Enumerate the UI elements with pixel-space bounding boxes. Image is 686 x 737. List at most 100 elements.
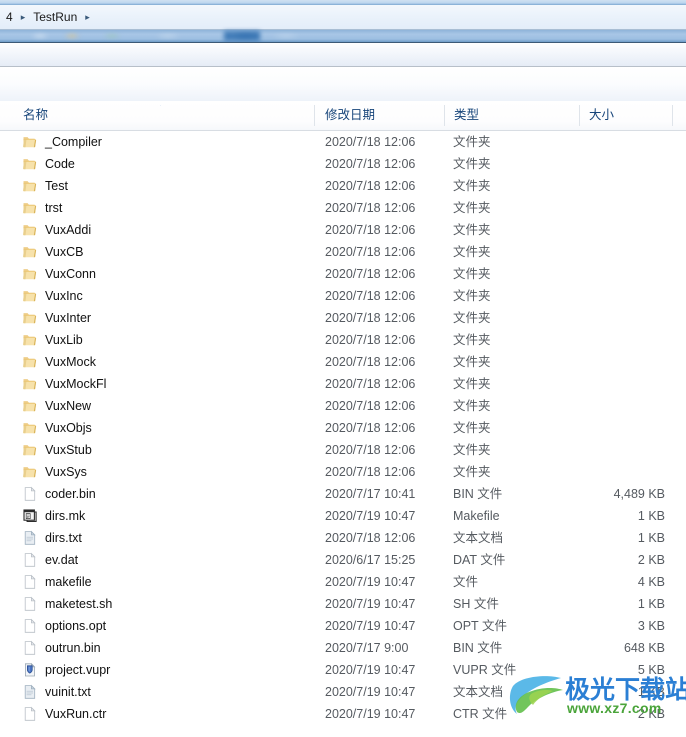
- file-type-cell: 文件夹: [453, 465, 491, 479]
- file-name-label: makefile: [45, 575, 92, 589]
- column-header-size[interactable]: 大小: [580, 101, 673, 130]
- file-name-label: VuxInter: [45, 311, 92, 325]
- file-size-cell: 2 KB: [637, 707, 665, 721]
- table-row[interactable]: coder.bin 2020/7/17 10:41 BIN 文件 4,489 KB: [0, 483, 686, 505]
- file-name-cell[interactable]: VuxMock: [22, 351, 96, 373]
- table-row[interactable]: VuxInc 2020/7/18 12:06 文件夹: [0, 285, 686, 307]
- file-name-cell[interactable]: outrun.bin: [22, 637, 101, 659]
- blank-file-icon: [22, 640, 38, 656]
- file-name-cell[interactable]: Test: [22, 175, 68, 197]
- column-divider-name[interactable]: [314, 105, 315, 126]
- table-row[interactable]: VuxAddi 2020/7/18 12:06 文件夹: [0, 219, 686, 241]
- file-name-cell[interactable]: VuxAddi: [22, 219, 91, 241]
- command-toolbar-blurred[interactable]: [0, 30, 686, 42]
- file-name-cell[interactable]: VuxLib: [22, 329, 83, 351]
- table-row[interactable]: _Compiler 2020/7/18 12:06 文件夹: [0, 131, 686, 153]
- file-name-cell[interactable]: dirs.txt: [22, 527, 82, 549]
- folder-icon: [22, 156, 38, 172]
- column-header-date-modified[interactable]: 修改日期: [316, 101, 445, 130]
- file-name-cell[interactable]: VuxConn: [22, 263, 96, 285]
- table-row[interactable]: trst 2020/7/18 12:06 文件夹: [0, 197, 686, 219]
- table-row[interactable]: VuxNew 2020/7/18 12:06 文件夹: [0, 395, 686, 417]
- table-row[interactable]: ev.dat 2020/6/17 15:25 DAT 文件 2 KB: [0, 549, 686, 571]
- file-size-cell: 5 KB: [637, 663, 665, 677]
- table-row[interactable]: project.vupr 2020/7/19 10:47 VUPR 文件 5 KB: [0, 659, 686, 681]
- text-document-icon: [22, 530, 38, 546]
- column-divider-size[interactable]: [672, 105, 673, 126]
- folder-icon: [22, 420, 38, 436]
- table-row[interactable]: maketest.sh 2020/7/19 10:47 SH 文件 1 KB: [0, 593, 686, 615]
- file-list[interactable]: _Compiler 2020/7/18 12:06 文件夹 Code 2020/7/18…: [0, 131, 686, 737]
- file-name-cell[interactable]: VuxInc: [22, 285, 83, 307]
- file-size-cell: 4,489 KB: [613, 487, 665, 501]
- file-name-cell[interactable]: VuxMockFl: [22, 373, 106, 395]
- file-name-label: VuxConn: [45, 267, 96, 281]
- table-row[interactable]: options.opt 2020/7/19 10:47 OPT 文件 3 KB: [0, 615, 686, 637]
- date-modified-cell: 2020/7/17 9:00: [325, 641, 409, 655]
- file-name-cell[interactable]: options.opt: [22, 615, 106, 637]
- file-name-cell[interactable]: VuxObjs: [22, 417, 92, 439]
- file-name-cell[interactable]: VuxStub: [22, 439, 92, 461]
- table-row[interactable]: VuxInter 2020/7/18 12:06 文件夹: [0, 307, 686, 329]
- file-name-cell[interactable]: VuxSys: [22, 461, 87, 483]
- file-type-cell: 文件夹: [453, 223, 491, 237]
- column-header-row[interactable]: 名称 修改日期 类型 大小: [0, 101, 686, 131]
- table-row[interactable]: dirs.mk 2020/7/19 10:47 Makefile 1 KB: [0, 505, 686, 527]
- date-modified-cell: 2020/7/19 10:47: [325, 575, 416, 589]
- content-top-gradient: [0, 67, 686, 101]
- breadcrumb-leading-fragment[interactable]: 4: [4, 9, 15, 25]
- file-type-cell: 文件夹: [453, 289, 491, 303]
- folder-icon: [22, 376, 38, 392]
- file-type-cell: 文件夹: [453, 443, 491, 457]
- table-row[interactable]: dirs.txt 2020/7/18 12:06 文本文档 1 KB: [0, 527, 686, 549]
- column-header-type[interactable]: 类型: [445, 101, 580, 130]
- table-row[interactable]: VuxLib 2020/7/18 12:06 文件夹: [0, 329, 686, 351]
- table-row[interactable]: VuxConn 2020/7/18 12:06 文件夹: [0, 263, 686, 285]
- column-header-name[interactable]: 名称: [14, 101, 325, 130]
- address-bar[interactable]: 4 ▸ TestRun ▸: [0, 5, 686, 30]
- file-name-cell[interactable]: trst: [22, 197, 62, 219]
- file-size-cell: [513, 175, 665, 197]
- table-row[interactable]: VuxRun.ctr 2020/7/19 10:47 CTR 文件 2 KB: [0, 703, 686, 725]
- table-row[interactable]: outrun.bin 2020/7/17 9:00 BIN 文件 648 KB: [0, 637, 686, 659]
- table-row[interactable]: Test 2020/7/18 12:06 文件夹: [0, 175, 686, 197]
- file-name-cell[interactable]: Code: [22, 153, 75, 175]
- file-name-cell[interactable]: maketest.sh: [22, 593, 112, 615]
- file-name-cell[interactable]: VuxNew: [22, 395, 91, 417]
- file-name-cell[interactable]: VuxCB: [22, 241, 83, 263]
- breadcrumb-trailing-separator-icon[interactable]: ▸: [79, 9, 96, 25]
- file-name-cell[interactable]: dirs.mk: [22, 505, 85, 527]
- table-row[interactable]: Code 2020/7/18 12:06 文件夹: [0, 153, 686, 175]
- file-name-cell[interactable]: coder.bin: [22, 483, 96, 505]
- table-row[interactable]: VuxMock 2020/7/18 12:06 文件夹: [0, 351, 686, 373]
- file-type-cell: 文件夹: [453, 157, 491, 171]
- table-row[interactable]: vuinit.txt 2020/7/19 10:47 文本文档 1 KB: [0, 681, 686, 703]
- table-row[interactable]: makefile 2020/7/19 10:47 文件 4 KB: [0, 571, 686, 593]
- date-modified-cell: 2020/7/18 12:06: [325, 135, 416, 149]
- file-name-cell[interactable]: VuxRun.ctr: [22, 703, 106, 725]
- date-modified-cell: 2020/7/19 10:47: [325, 663, 416, 677]
- file-type-cell: 文本文档: [453, 531, 504, 545]
- folder-icon: [22, 134, 38, 150]
- file-name-label: dirs.txt: [45, 531, 82, 545]
- table-row[interactable]: VuxObjs 2020/7/18 12:06 文件夹: [0, 417, 686, 439]
- table-row[interactable]: VuxMockFl 2020/7/18 12:06 文件夹: [0, 373, 686, 395]
- file-type-cell: 文件夹: [453, 135, 491, 149]
- file-name-cell[interactable]: project.vupr: [22, 659, 110, 681]
- date-modified-cell: 2020/7/19 10:47: [325, 685, 416, 699]
- file-name-cell[interactable]: _Compiler: [22, 131, 102, 153]
- breadcrumb-item-testrun[interactable]: TestRun: [31, 9, 79, 25]
- file-name-cell[interactable]: VuxInter: [22, 307, 91, 329]
- file-name-label: VuxMockFl: [45, 377, 107, 391]
- file-size-cell: [513, 241, 665, 263]
- file-name-cell[interactable]: vuinit.txt: [22, 681, 91, 703]
- table-row[interactable]: VuxStub 2020/7/18 12:06 文件夹: [0, 439, 686, 461]
- file-size-cell: [513, 395, 665, 417]
- table-row[interactable]: VuxCB 2020/7/18 12:06 文件夹: [0, 241, 686, 263]
- file-name-label: outrun.bin: [45, 641, 101, 655]
- table-row[interactable]: VuxSys 2020/7/18 12:06 文件夹: [0, 461, 686, 483]
- file-size-cell: 3 KB: [637, 619, 665, 633]
- file-name-cell[interactable]: ev.dat: [22, 549, 78, 571]
- file-name-cell[interactable]: makefile: [22, 571, 92, 593]
- breadcrumb-separator-icon[interactable]: ▸: [15, 9, 32, 25]
